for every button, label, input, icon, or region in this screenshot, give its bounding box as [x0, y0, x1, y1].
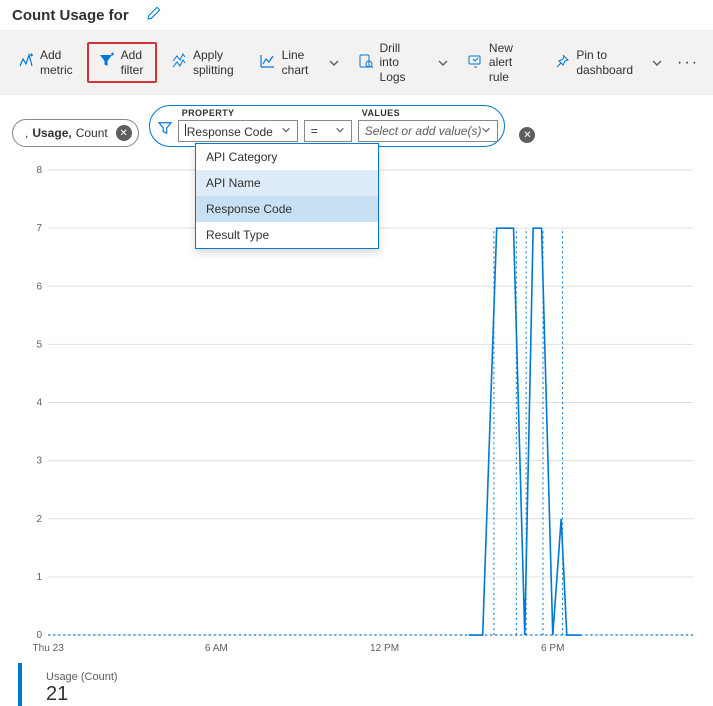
svg-text:3: 3 [37, 456, 43, 467]
property-label: PROPERTY [178, 108, 298, 118]
dropdown-option[interactable]: API Category [196, 144, 378, 170]
edit-icon[interactable] [147, 6, 161, 24]
svg-text:4: 4 [37, 398, 43, 409]
drill-logs-button[interactable]: Drill into Logs [346, 35, 431, 90]
dropdown-option[interactable]: API Name [196, 170, 378, 196]
filter-row: , Usage, Count ✕ PROPERTY Response Code … [0, 95, 713, 157]
more-actions-button[interactable]: ··· [669, 54, 707, 72]
funnel-icon [158, 121, 172, 138]
add-metric-button[interactable]: Add metric [6, 42, 85, 83]
svg-text:7: 7 [37, 223, 43, 234]
filter-pill: PROPERTY Response Code = VALUES Select o… [149, 105, 506, 147]
remove-filter-icon[interactable]: ✕ [519, 127, 535, 143]
line-chart-icon [260, 53, 276, 72]
svg-text:6: 6 [37, 281, 43, 292]
pin-dashboard-label: Pin to dashboard [576, 48, 633, 77]
new-alert-button[interactable]: New alert rule [455, 35, 540, 90]
metric-prefix: , [25, 126, 28, 140]
svg-text:6 AM: 6 AM [205, 643, 228, 654]
new-alert-label: New alert rule [489, 41, 528, 84]
legend[interactable]: Usage (Count) 21 [18, 663, 713, 706]
property-value: Response Code [187, 125, 273, 139]
metric-pill[interactable]: , Usage, Count ✕ [12, 119, 139, 147]
svg-text:5: 5 [37, 340, 43, 351]
page-title: Count Usage for [12, 7, 129, 24]
drill-logs-chevron[interactable] [433, 57, 453, 69]
line-chart-button[interactable]: Line chart [248, 42, 322, 83]
chevron-down-icon [281, 124, 291, 138]
property-select[interactable]: Response Code [178, 120, 298, 142]
pin-dashboard-chevron[interactable] [647, 57, 667, 69]
split-icon [171, 53, 187, 72]
pin-icon [554, 53, 570, 72]
apply-splitting-label: Apply splitting [193, 48, 234, 77]
chevron-down-icon [335, 124, 345, 138]
filter-icon [99, 53, 115, 72]
operator-value: = [311, 124, 318, 138]
values-placeholder: Select or add value(s) [365, 124, 482, 138]
svg-text:Thu 23: Thu 23 [33, 643, 65, 654]
property-dropdown: API Category API Name Response Code Resu… [195, 143, 379, 249]
metric-agg: Count [76, 126, 108, 140]
svg-text:1: 1 [37, 572, 43, 583]
svg-text:6 PM: 6 PM [541, 643, 564, 654]
metric-name: Usage, [32, 126, 71, 140]
values-select[interactable]: Select or add value(s) [358, 120, 499, 142]
alert-icon [467, 53, 483, 72]
toolbar: Add metric Add filter Apply splitting Li… [0, 30, 713, 95]
chevron-down-icon [481, 124, 491, 138]
add-filter-label: Add filter [121, 48, 145, 77]
values-label: VALUES [358, 108, 499, 118]
pin-dashboard-button[interactable]: Pin to dashboard [542, 42, 645, 83]
apply-splitting-button[interactable]: Apply splitting [159, 42, 246, 83]
legend-value: 21 [46, 683, 118, 706]
add-metric-icon [18, 53, 34, 72]
svg-text:2: 2 [37, 514, 43, 525]
drill-logs-label: Drill into Logs [380, 41, 419, 84]
page-header: Count Usage for [0, 0, 713, 30]
dropdown-option[interactable]: Result Type [196, 222, 378, 248]
svg-text:8: 8 [37, 165, 43, 176]
legend-label: Usage (Count) [46, 671, 118, 683]
line-chart-label: Line chart [282, 48, 310, 77]
remove-metric-icon[interactable]: ✕ [116, 125, 132, 141]
line-chart-chevron[interactable] [324, 57, 344, 69]
svg-text:0: 0 [37, 630, 43, 641]
dropdown-option[interactable]: Response Code [196, 196, 378, 222]
svg-text:12 PM: 12 PM [370, 643, 399, 654]
logs-icon [358, 53, 374, 72]
add-filter-button[interactable]: Add filter [87, 42, 157, 83]
add-metric-label: Add metric [40, 48, 73, 77]
operator-select[interactable]: = [304, 120, 352, 142]
